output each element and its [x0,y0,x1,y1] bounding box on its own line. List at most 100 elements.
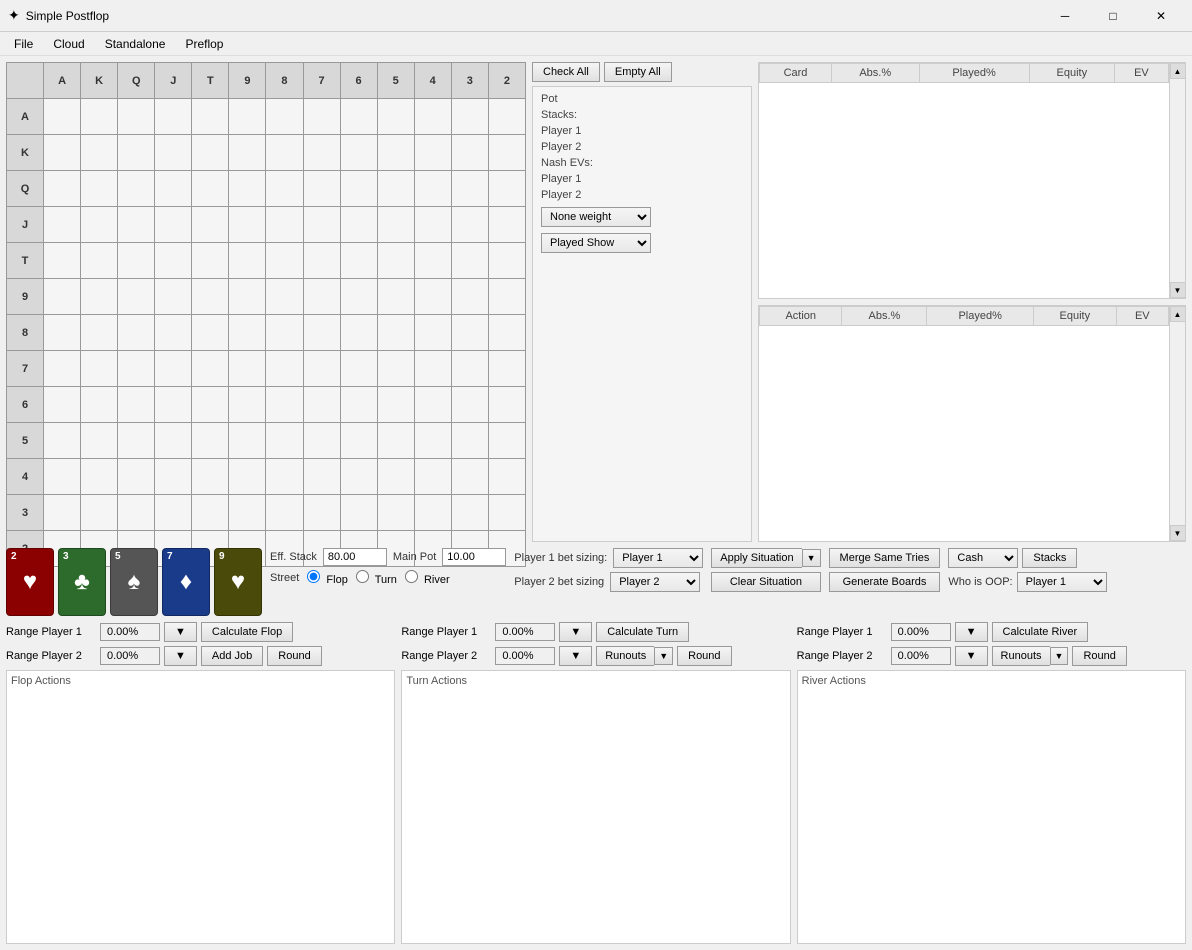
matrix-cell-TJ[interactable] [155,243,192,279]
p1-sizing-select[interactable]: Player 1 Player 2 [613,548,703,568]
matrix-cell-JT[interactable] [192,207,229,243]
matrix-cell-84[interactable] [414,315,451,351]
flop-radio[interactable] [307,570,320,583]
matrix-cell-57[interactable] [303,423,340,459]
matrix-cell-54[interactable] [414,423,451,459]
matrix-cell-59[interactable] [229,423,266,459]
matrix-cell-T2[interactable] [488,243,525,279]
matrix-cell-7A[interactable] [44,351,81,387]
matrix-cell-73[interactable] [451,351,488,387]
matrix-cell-9K[interactable] [81,279,118,315]
matrix-cell-6T[interactable] [192,387,229,423]
matrix-cell-68[interactable] [266,387,303,423]
matrix-cell-9A[interactable] [44,279,81,315]
matrix-cell-8J[interactable] [155,315,192,351]
matrix-cell-Q8[interactable] [266,171,303,207]
matrix-cell-65[interactable] [377,387,414,423]
stacks-button[interactable]: Stacks [1022,548,1077,568]
matrix-cell-8T[interactable] [192,315,229,351]
matrix-cell-9J[interactable] [155,279,192,315]
matrix-cell-52[interactable] [488,423,525,459]
matrix-cell-AJ[interactable] [155,99,192,135]
close-button[interactable]: ✕ [1138,0,1184,32]
calculate-flop-button[interactable]: Calculate Flop [201,622,293,642]
matrix-cell-75[interactable] [377,351,414,387]
card-7d[interactable]: 7 ♦ [162,548,210,616]
matrix-cell-K2[interactable] [488,135,525,171]
matrix-cell-J9[interactable] [229,207,266,243]
matrix-cell-4K[interactable] [81,459,118,495]
matrix-cell-48[interactable] [266,459,303,495]
matrix-cell-JJ[interactable] [155,207,192,243]
matrix-cell-QT[interactable] [192,171,229,207]
flop-range-p2-dropdown[interactable]: ▼ [164,646,197,666]
matrix-cell-63[interactable] [451,387,488,423]
matrix-cell-82[interactable] [488,315,525,351]
matrix-cell-35[interactable] [377,495,414,531]
matrix-cell-7Q[interactable] [118,351,155,387]
matrix-cell-QK[interactable] [81,171,118,207]
matrix-cell-J6[interactable] [340,207,377,243]
matrix-cell-92[interactable] [488,279,525,315]
matrix-cell-94[interactable] [414,279,451,315]
matrix-cell-76[interactable] [340,351,377,387]
card-3c[interactable]: 3 ♣ [58,548,106,616]
matrix-cell-T8[interactable] [266,243,303,279]
matrix-cell-3K[interactable] [81,495,118,531]
turn-range-p2-dropdown[interactable]: ▼ [559,646,592,666]
matrix-cell-66[interactable] [340,387,377,423]
matrix-cell-AT[interactable] [192,99,229,135]
matrix-cell-A2[interactable] [488,99,525,135]
flop-range-p1-dropdown[interactable]: ▼ [164,622,197,642]
matrix-cell-Q6[interactable] [340,171,377,207]
turn-radio-label[interactable]: Turn [356,570,397,586]
matrix-cell-44[interactable] [414,459,451,495]
matrix-cell-86[interactable] [340,315,377,351]
matrix-cell-QQ[interactable] [118,171,155,207]
matrix-cell-Q4[interactable] [414,171,451,207]
matrix-cell-96[interactable] [340,279,377,315]
minimize-button[interactable]: ─ [1042,0,1088,32]
matrix-cell-89[interactable] [229,315,266,351]
calculate-turn-button[interactable]: Calculate Turn [596,622,689,642]
turn-range-p1-dropdown[interactable]: ▼ [559,622,592,642]
matrix-cell-AQ[interactable] [118,99,155,135]
matrix-cell-33[interactable] [451,495,488,531]
matrix-cell-3T[interactable] [192,495,229,531]
menu-preflop[interactable]: Preflop [175,35,233,53]
river-range-p1-input[interactable] [891,623,951,641]
matrix-cell-Q2[interactable] [488,171,525,207]
action-scrollbar-up-icon[interactable]: ▲ [1170,306,1186,322]
matrix-cell-4Q[interactable] [118,459,155,495]
matrix-cell-TA[interactable] [44,243,81,279]
matrix-cell-5K[interactable] [81,423,118,459]
matrix-cell-J4[interactable] [414,207,451,243]
matrix-cell-JA[interactable] [44,207,81,243]
matrix-cell-A4[interactable] [414,99,451,135]
matrix-cell-55[interactable] [377,423,414,459]
matrix-cell-T4[interactable] [414,243,451,279]
river-round-button[interactable]: Round [1072,646,1126,666]
matrix-cell-AA[interactable] [44,99,81,135]
p2-sizing-select[interactable]: Player 2 Player 1 [610,572,700,592]
matrix-cell-74[interactable] [414,351,451,387]
matrix-cell-9T[interactable] [192,279,229,315]
flop-range-p2-input[interactable] [100,647,160,665]
turn-range-p1-input[interactable] [495,623,555,641]
oop-select[interactable]: Player 1 Player 2 [1017,572,1107,592]
maximize-button[interactable]: □ [1090,0,1136,32]
matrix-cell-69[interactable] [229,387,266,423]
matrix-cell-TT[interactable] [192,243,229,279]
matrix-cell-Q3[interactable] [451,171,488,207]
matrix-cell-KA[interactable] [44,135,81,171]
matrix-cell-39[interactable] [229,495,266,531]
matrix-cell-67[interactable] [303,387,340,423]
matrix-cell-45[interactable] [377,459,414,495]
matrix-cell-83[interactable] [451,315,488,351]
matrix-cell-TK[interactable] [81,243,118,279]
add-job-button[interactable]: Add Job [201,646,263,666]
matrix-cell-A3[interactable] [451,99,488,135]
matrix-cell-43[interactable] [451,459,488,495]
matrix-cell-K8[interactable] [266,135,303,171]
card-9h[interactable]: 9 ♥ [214,548,262,616]
